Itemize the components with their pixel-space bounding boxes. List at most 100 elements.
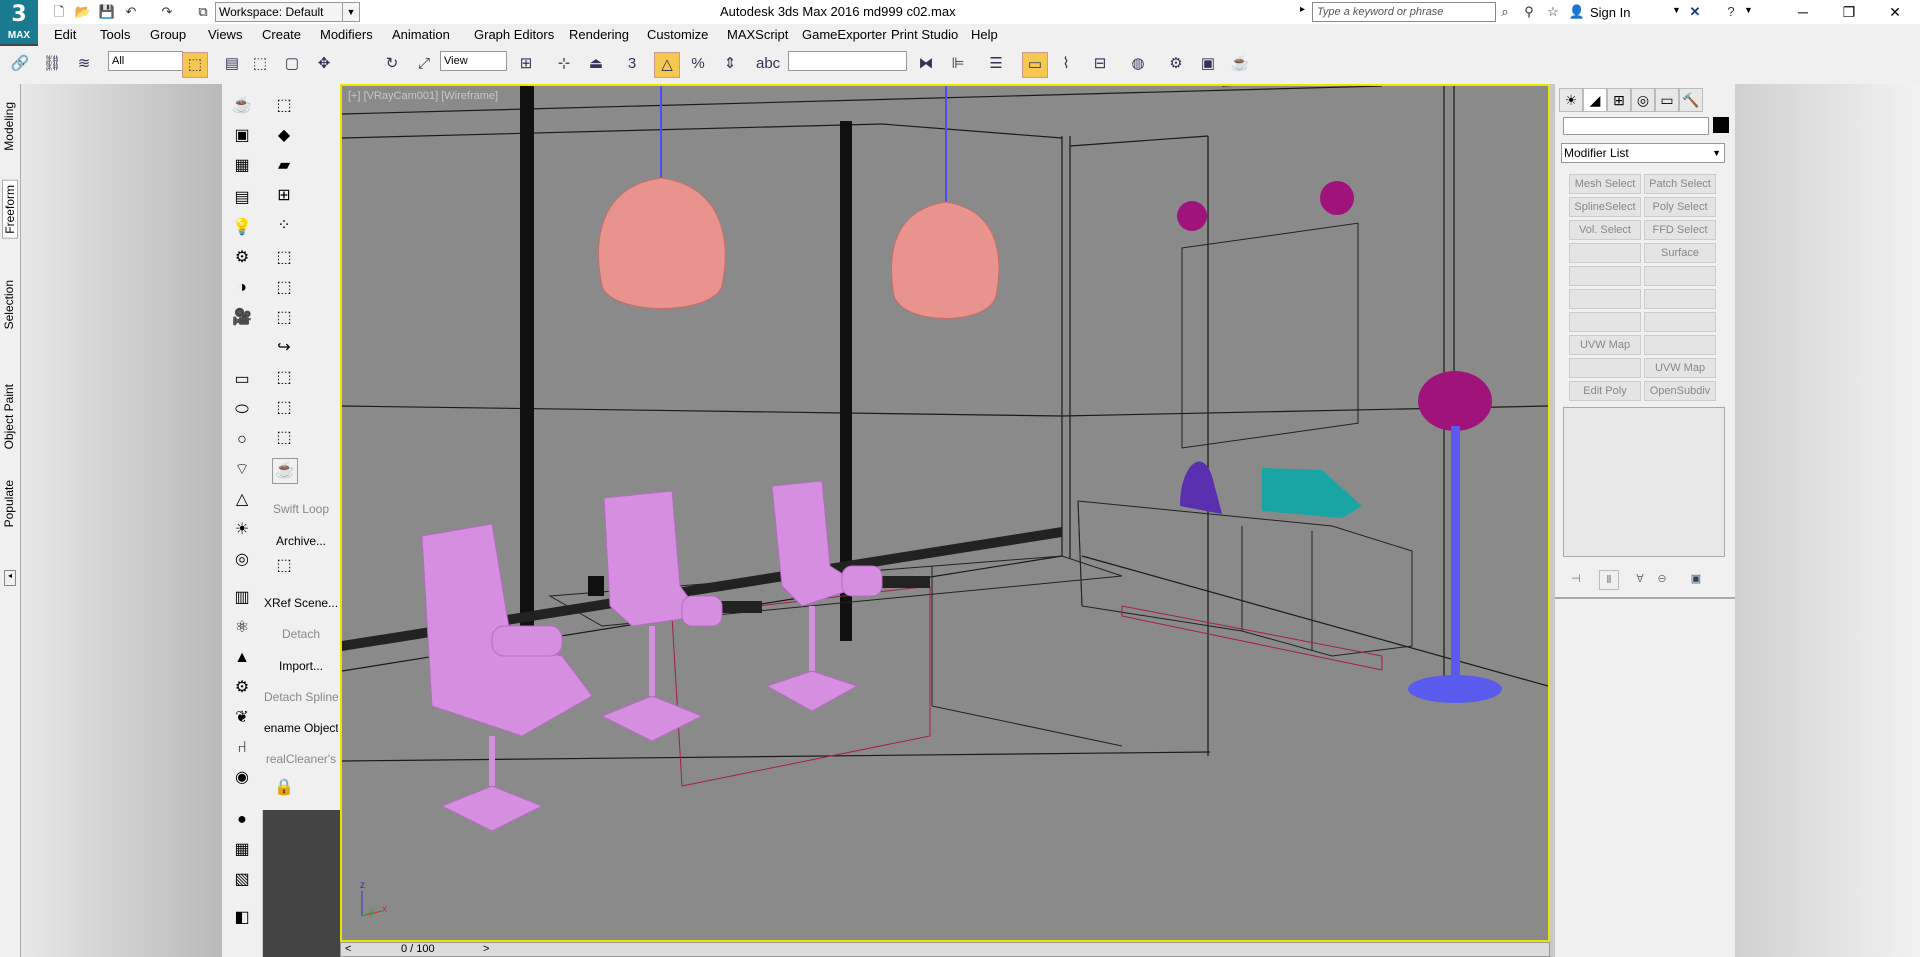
modifier-button-empty-3[interactable]	[1644, 266, 1716, 286]
remove-modifier-icon[interactable]: ⊖	[1653, 570, 1671, 588]
globe-icon[interactable]: ●	[230, 808, 254, 832]
viewport[interactable]: [+] [VRayCam001] [Wireframe] z y x	[340, 84, 1550, 942]
user-icon[interactable]: 👤	[1568, 3, 1586, 21]
binoculars-icon[interactable]: ⌕	[1496, 3, 1514, 21]
modifier-button-empty-8[interactable]	[1644, 335, 1716, 355]
modifier-button-empty-5[interactable]	[1644, 289, 1716, 309]
help-chevron-icon[interactable]: ▼	[1744, 5, 1753, 15]
time-prev-button[interactable]: <	[345, 943, 351, 955]
select-rotate-icon[interactable]: ↻	[380, 52, 404, 76]
favorites-icon[interactable]: ☆	[1544, 3, 1562, 21]
detach-spline-button[interactable]: Detach Spline	[264, 690, 338, 704]
modifier-stack[interactable]	[1563, 407, 1725, 557]
sphere-icon[interactable]: ○	[230, 428, 254, 452]
tab-object-paint[interactable]: Object Paint	[2, 384, 16, 449]
cone-icon[interactable]: △	[230, 488, 254, 512]
detach-button[interactable]: Detach	[264, 627, 338, 641]
real-cleaner-button[interactable]: realCleaner's	[264, 752, 338, 766]
configure-modifier-sets-icon[interactable]: ▣	[1687, 570, 1705, 588]
gem-icon[interactable]: ◆	[272, 124, 296, 148]
select-move-icon[interactable]: ✥	[312, 52, 336, 76]
unlink-icon[interactable]: ⛓	[40, 52, 64, 76]
modifier-button-empty-4[interactable]	[1569, 289, 1641, 309]
render-setup-icon[interactable]: ⚙	[1164, 52, 1188, 76]
motion-tab-icon[interactable]: ◎	[1631, 88, 1655, 112]
keyboard-shortcut-override-icon[interactable]: ⏏	[584, 52, 608, 76]
menu-graph-editors[interactable]: Graph Editors	[474, 27, 554, 42]
camera-icon[interactable]: 🎥	[230, 306, 254, 330]
material-editor-icon[interactable]: ◍	[1126, 52, 1150, 76]
menu-group[interactable]: Group	[150, 27, 186, 42]
modifier-button-empty-6[interactable]	[1569, 312, 1641, 332]
edit-poly-button[interactable]: Edit Poly	[1569, 381, 1641, 401]
photo-icon[interactable]: ▧	[230, 868, 254, 892]
save-icon[interactable]: 💾	[98, 3, 116, 21]
rendered-frame-window-icon[interactable]: ▣	[1196, 52, 1220, 76]
target-icon[interactable]: ◎	[230, 548, 254, 572]
tab-modeling[interactable]: Modeling	[2, 102, 16, 151]
new-file-icon[interactable]: 🗋	[50, 3, 68, 21]
menu-tools[interactable]: Tools	[100, 27, 130, 42]
render-teapot-icon[interactable]: ☕	[1228, 52, 1252, 76]
time-slider[interactable]: < 0 / 100 >	[340, 942, 1550, 957]
menu-views[interactable]: Views	[208, 27, 242, 42]
tab-selection[interactable]: Selection	[2, 280, 16, 329]
viewport-canvas-icon[interactable]: ▣	[230, 124, 254, 148]
modify-tab-icon[interactable]: ◢	[1583, 88, 1607, 112]
object-name-field[interactable]	[1563, 117, 1709, 135]
percent-snap-icon[interactable]: %	[686, 52, 710, 76]
menu-gameexporter[interactable]: GameExporter	[802, 27, 887, 42]
spline-select-button[interactable]: SplineSelect	[1569, 197, 1641, 217]
object-color-swatch[interactable]	[1713, 117, 1729, 133]
lock-icon[interactable]: 🔒	[272, 776, 296, 800]
hierarchy-tab-icon[interactable]: ⊞	[1607, 88, 1631, 112]
arrow-icon[interactable]: ↪	[272, 336, 296, 360]
molecule-icon[interactable]: ⚛	[230, 616, 254, 640]
opensubdiv-button[interactable]: OpenSubdiv	[1644, 381, 1716, 401]
scene-explorer-icon[interactable]: ▭	[1022, 52, 1048, 78]
menu-maxscript[interactable]: MAXScript	[727, 27, 788, 42]
spinner-snap-icon[interactable]: ⇕	[718, 52, 742, 76]
teapot-small-icon[interactable]: ☕	[272, 458, 298, 484]
menu-help[interactable]: Help	[971, 27, 998, 42]
render-icon[interactable]: ⚙	[230, 246, 254, 270]
menu-animation[interactable]: Animation	[392, 27, 450, 42]
help-icon[interactable]: ?	[1722, 3, 1740, 21]
tab-freeform[interactable]: Freeform	[2, 180, 18, 239]
select-and-link-icon[interactable]: 🔗	[8, 52, 32, 76]
schematic-view-icon[interactable]: ⊟	[1088, 52, 1112, 76]
app-menu-button[interactable]: 3 MAX	[0, 0, 38, 44]
menu-edit[interactable]: Edit	[54, 27, 76, 42]
archive-button[interactable]: Archive...	[264, 534, 338, 548]
create-tab-icon[interactable]: ☀	[1559, 88, 1583, 112]
menu-print-studio[interactable]: Print Studio	[891, 27, 958, 42]
modifier-button-empty-9[interactable]	[1569, 358, 1641, 378]
selection-filter-dropdown[interactable]: All	[108, 51, 183, 71]
menu-create[interactable]: Create	[262, 27, 301, 42]
exchange-apps-icon[interactable]: ✕	[1686, 3, 1704, 21]
scene-icon[interactable]: ▦	[230, 838, 254, 862]
select-object-icon[interactable]: ⬚	[182, 52, 208, 78]
uvw-map-button-2[interactable]: UVW Map	[1644, 358, 1716, 378]
mesh-select-button[interactable]: Mesh Select	[1569, 174, 1641, 194]
modifier-button-empty-2[interactable]	[1569, 266, 1641, 286]
layers-icon[interactable]: ▥	[230, 586, 254, 610]
cube-icon-3[interactable]: ⬚	[272, 306, 296, 330]
undo-icon[interactable]: ↶	[122, 3, 140, 21]
rectangular-selection-icon[interactable]: ⬚	[248, 52, 272, 76]
minimize-button[interactable]: ─	[1780, 0, 1826, 24]
cube-outline-icon[interactable]: ⬚	[272, 554, 296, 578]
dots-icon[interactable]: ⁘	[272, 214, 296, 238]
cube-plus-icon[interactable]: ⬚	[272, 396, 296, 420]
select-by-name-icon[interactable]: ▤	[220, 52, 244, 76]
close-button[interactable]: ✕	[1872, 0, 1918, 24]
basket-icon[interactable]: ⌔	[230, 458, 254, 482]
mirror-icon[interactable]: ⧓	[914, 52, 938, 76]
pivot-center-icon[interactable]: ⊞	[514, 52, 538, 76]
display-tab-icon[interactable]: ▭	[1655, 88, 1679, 112]
menu-modifiers[interactable]: Modifiers	[320, 27, 373, 42]
window-crossing-icon[interactable]: ▢	[280, 52, 304, 76]
edit-named-selection-icon[interactable]: abc	[756, 52, 780, 76]
chevron-down-icon[interactable]: ▼	[342, 2, 359, 22]
show-end-result-icon[interactable]: Ⅱ	[1599, 570, 1619, 590]
